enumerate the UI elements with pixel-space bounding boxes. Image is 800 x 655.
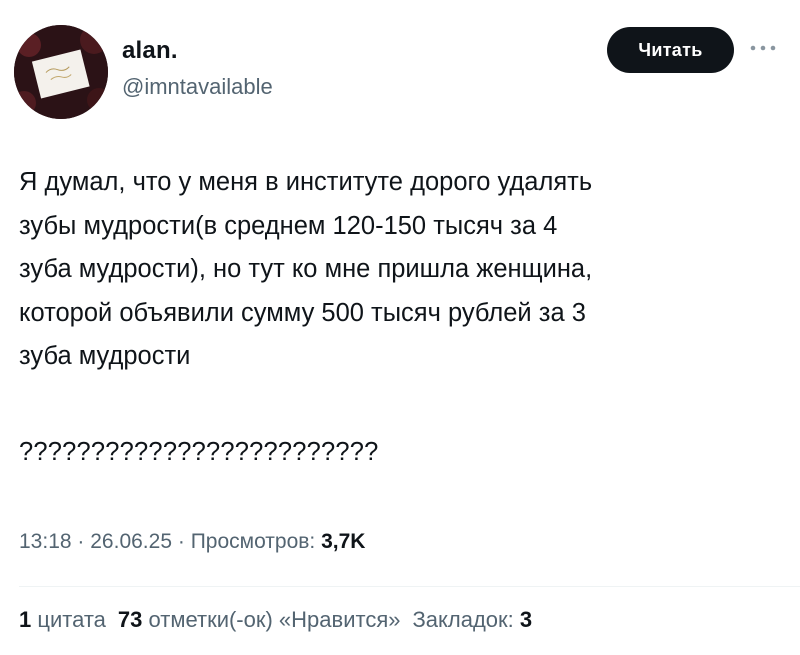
display-name[interactable]: alan. bbox=[122, 37, 178, 65]
meta-separator: · bbox=[177, 530, 185, 553]
tweet-text: Я думал, что у меня в институте дорого у… bbox=[19, 168, 593, 370]
tweet-time[interactable]: 13:18 bbox=[19, 530, 72, 553]
meta-separator: · bbox=[77, 530, 85, 553]
views-label: Просмотров: bbox=[190, 530, 316, 553]
avatar-image bbox=[14, 25, 108, 119]
divider bbox=[19, 586, 800, 587]
bookmarks-label: Закладок: bbox=[412, 607, 514, 632]
quotes-label: цитата bbox=[37, 607, 106, 632]
engagement-stats: 1 цитата 73 отметки(-ок) «Нравится» Заклад… bbox=[19, 605, 532, 635]
quotes-stat[interactable]: 1 цитата bbox=[19, 607, 106, 632]
views-count: 3,7K bbox=[321, 530, 366, 553]
follow-button[interactable]: Читать bbox=[607, 27, 734, 73]
bookmarks-count: 3 bbox=[519, 607, 533, 632]
tweet-date[interactable]: 26.06.25 bbox=[90, 530, 172, 553]
likes-label: отметки(-ок) «Нравится» bbox=[148, 607, 401, 632]
likes-count: 73 bbox=[117, 607, 143, 632]
more-horizontal-icon[interactable] bbox=[746, 38, 780, 58]
avatar[interactable] bbox=[14, 25, 108, 119]
tweet-meta: 13:18 · 26.06.25 · Просмотров: 3,7K bbox=[19, 528, 365, 556]
likes-stat[interactable]: 73 отметки(-ок) «Нравится» bbox=[118, 607, 401, 632]
quotes-count: 1 bbox=[19, 607, 32, 632]
user-handle[interactable]: @imntavailable bbox=[122, 73, 273, 101]
bookmarks-stat[interactable]: Закладок: 3 bbox=[412, 607, 532, 632]
tweet-question-marks: ????????????????????????? bbox=[19, 438, 379, 466]
